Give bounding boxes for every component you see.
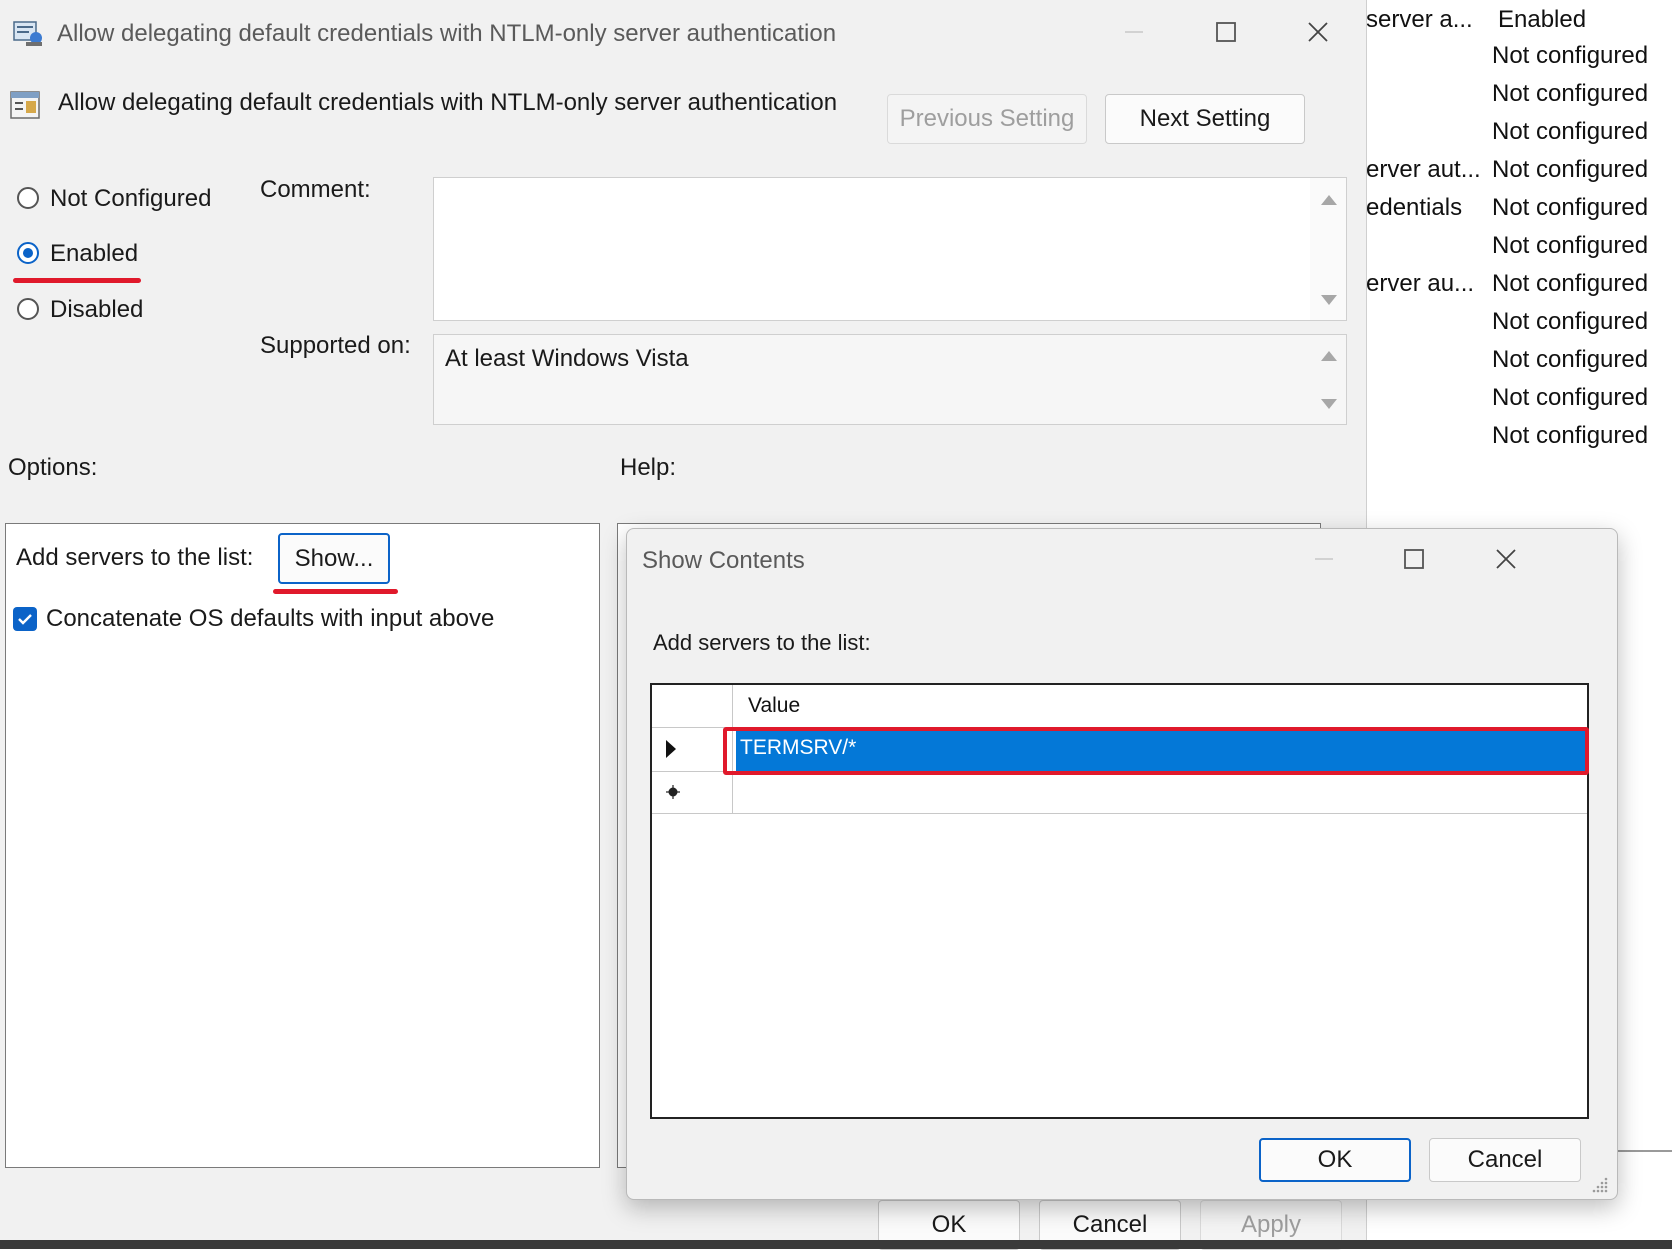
minimize-icon: [1125, 31, 1143, 33]
new-row-value-cell[interactable]: [734, 772, 1587, 812]
help-label: Help:: [620, 454, 677, 481]
comment-value: [434, 178, 1346, 194]
concatenate-label[interactable]: Concatenate OS defaults with input above: [46, 605, 494, 633]
list-item-state[interactable]: Not configured: [1492, 42, 1648, 70]
minimize-button[interactable]: [1114, 12, 1154, 52]
enabled-radio[interactable]: [17, 242, 39, 264]
supported-on-value: At least Windows Vista: [445, 345, 689, 372]
scroll-down-icon: [1321, 399, 1337, 409]
list-item-name[interactable]: server a...: [1366, 6, 1473, 34]
disabled-label[interactable]: Disabled: [50, 296, 143, 324]
list-item-state[interactable]: Not configured: [1492, 422, 1648, 450]
enabled-label[interactable]: Enabled: [50, 240, 138, 268]
supported-on-field: At least Windows Vista: [433, 334, 1347, 425]
row-pointer-icon: [666, 740, 676, 758]
instruction-label: Add servers to the list:: [653, 630, 871, 655]
comment-scrollbar[interactable]: [1310, 178, 1346, 320]
disabled-radio[interactable]: [17, 298, 39, 320]
policy-title: Allow delegating default credentials wit…: [58, 89, 838, 116]
not-configured-label[interactable]: Not Configured: [50, 185, 211, 213]
resize-grip-icon[interactable]: [1591, 1176, 1609, 1194]
close-icon: [1496, 549, 1516, 569]
list-item-name[interactable]: erver aut...: [1366, 156, 1481, 184]
scroll-up-icon: [1321, 351, 1337, 361]
ok-button[interactable]: OK: [1259, 1138, 1411, 1182]
maximize-icon: [1216, 22, 1236, 42]
list-item-state[interactable]: Not configured: [1492, 80, 1648, 108]
supported-on-scrollbar[interactable]: [1310, 335, 1346, 424]
close-icon: [1308, 22, 1328, 42]
show-annotation-underline: [273, 589, 398, 594]
minimize-button[interactable]: [1304, 539, 1344, 579]
minimize-icon: [1315, 558, 1333, 560]
close-button[interactable]: [1486, 539, 1526, 579]
show-contents-title: Show Contents: [642, 547, 805, 574]
selection-annotation-box: [723, 727, 1589, 775]
scroll-down-icon: [1321, 295, 1337, 305]
list-item-state[interactable]: Not configured: [1492, 346, 1648, 374]
maximize-button[interactable]: [1206, 12, 1246, 52]
previous-setting-button[interactable]: Previous Setting: [887, 94, 1087, 144]
policy-app-icon: [12, 18, 44, 48]
list-item-state[interactable]: Not configured: [1492, 156, 1648, 184]
maximize-icon: [1404, 549, 1424, 569]
scroll-up-icon: [1321, 195, 1337, 205]
list-item-state[interactable]: Not configured: [1492, 384, 1648, 412]
show-button[interactable]: Show...: [278, 533, 390, 584]
cancel-button[interactable]: Cancel: [1429, 1138, 1581, 1182]
list-item-name[interactable]: edentials: [1366, 194, 1462, 222]
checkmark-icon: [18, 614, 32, 625]
list-item-name[interactable]: erver au...: [1366, 270, 1474, 298]
enabled-annotation-underline: [13, 278, 141, 283]
concatenate-checkbox[interactable]: [13, 607, 37, 631]
value-column-header[interactable]: Value: [748, 694, 800, 718]
not-configured-radio[interactable]: [17, 187, 39, 209]
list-item-state[interactable]: Not configured: [1492, 270, 1648, 298]
new-row-icon: [666, 785, 680, 799]
add-servers-label: Add servers to the list:: [16, 544, 254, 571]
taskbar-edge: [0, 1240, 1672, 1249]
policy-setting-icon: [9, 89, 41, 121]
comment-field[interactable]: [433, 177, 1347, 321]
options-label: Options:: [8, 454, 98, 481]
list-item-state[interactable]: Enabled: [1498, 6, 1586, 34]
comment-label: Comment:: [260, 176, 371, 203]
list-item-state[interactable]: Not configured: [1492, 308, 1648, 336]
list-item-state[interactable]: Not configured: [1492, 118, 1648, 146]
close-button[interactable]: [1298, 12, 1338, 52]
supported-on-label: Supported on:: [260, 332, 411, 359]
maximize-button[interactable]: [1394, 539, 1434, 579]
window-title: Allow delegating default credentials wit…: [57, 20, 837, 47]
list-item-state[interactable]: Not configured: [1492, 232, 1648, 260]
grid-divider: [652, 813, 1587, 814]
next-setting-button[interactable]: Next Setting: [1105, 94, 1305, 144]
list-item-state[interactable]: Not configured: [1492, 194, 1648, 222]
